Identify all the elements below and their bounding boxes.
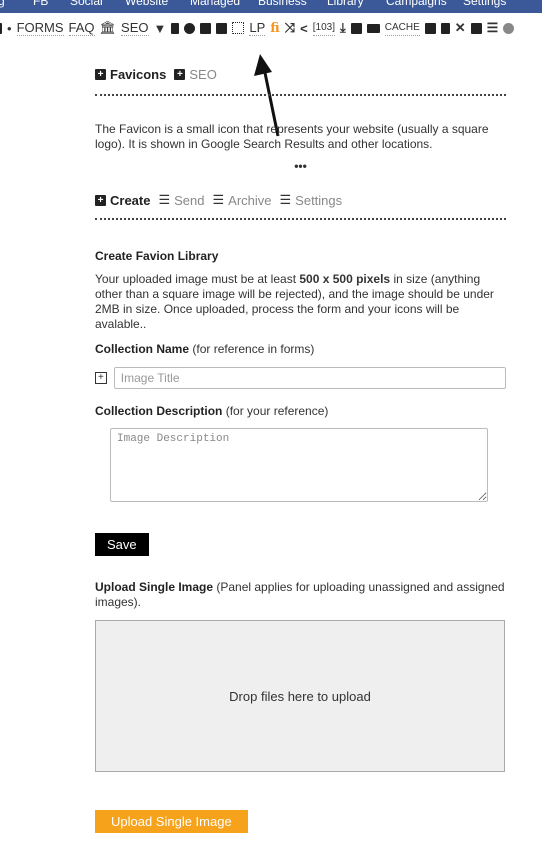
seo-link[interactable]: SEO bbox=[121, 20, 149, 36]
cache-link[interactable]: CACHE bbox=[384, 21, 420, 36]
sub-tabs: + Create ☰ Send ☰ Archive ☰ Settings bbox=[95, 192, 506, 208]
nav-item-social[interactable]: Social bbox=[70, 0, 103, 8]
user-icon[interactable] bbox=[440, 22, 450, 34]
lp-link[interactable]: LP bbox=[249, 20, 266, 36]
archive-icon[interactable] bbox=[470, 22, 482, 34]
nav-item-campaigns[interactable]: Campaigns bbox=[386, 0, 447, 8]
dropzone[interactable]: Drop files here to upload bbox=[95, 620, 505, 772]
upload-section: Upload Single Image (Panel applies for u… bbox=[95, 580, 506, 833]
icon-toolbar: • FORMS FAQ 🏛︎ SEO ▼ LP fi ⤨ < [103] ⤓ C… bbox=[0, 18, 560, 38]
tools-icon[interactable]: ✕ bbox=[455, 20, 466, 36]
nav-item-settings[interactable]: Settings bbox=[463, 0, 506, 8]
file-import-icon[interactable] bbox=[424, 22, 436, 34]
nav-item-website[interactable]: Website bbox=[125, 0, 168, 8]
top-nav: g FB Social Website Managed Business Lib… bbox=[0, 0, 542, 13]
tab-send[interactable]: Send bbox=[174, 193, 204, 208]
partial-icon[interactable] bbox=[0, 22, 2, 34]
download-icon[interactable]: ⤓ bbox=[340, 20, 346, 36]
count-badge[interactable]: [103] bbox=[312, 21, 335, 36]
divider bbox=[95, 94, 506, 96]
menu-icon: ☰ bbox=[212, 192, 225, 207]
form-instructions: Your uploaded image must be at least 500… bbox=[95, 272, 494, 331]
list-ul-icon[interactable]: ☰ bbox=[487, 20, 499, 36]
collection-description-label: Collection Description (for your referen… bbox=[95, 404, 329, 418]
frame-icon[interactable] bbox=[232, 22, 245, 34]
faq-link[interactable]: FAQ bbox=[68, 20, 95, 36]
info-icon[interactable] bbox=[184, 22, 196, 34]
upload-label: Upload Single Image (Panel applies for u… bbox=[95, 580, 505, 609]
save-button[interactable]: Save bbox=[95, 533, 149, 556]
expand-icon[interactable]: + bbox=[95, 372, 107, 384]
tab-favicons[interactable]: Favicons bbox=[110, 67, 166, 82]
plus-square-icon: + bbox=[174, 69, 186, 80]
tab-settings[interactable]: Settings bbox=[295, 193, 342, 208]
share-square-icon[interactable] bbox=[350, 22, 362, 34]
shuffle-icon[interactable]: ⤨ bbox=[285, 20, 295, 36]
tab-create[interactable]: Create bbox=[110, 193, 150, 208]
create-form: Create Favion Library Your uploaded imag… bbox=[95, 249, 506, 556]
forms-link[interactable]: FORMS bbox=[16, 20, 64, 36]
tab-archive[interactable]: Archive bbox=[228, 193, 271, 208]
nav-item-managed[interactable]: Managed bbox=[190, 0, 240, 8]
form-heading: Create Favion Library bbox=[95, 249, 219, 263]
pie-chart-icon[interactable] bbox=[503, 22, 515, 34]
divider bbox=[95, 218, 506, 220]
bank-icon[interactable]: 🏛︎ bbox=[100, 20, 117, 36]
menu-icon: ☰ bbox=[279, 192, 292, 207]
upload-single-image-button[interactable]: Upload Single Image bbox=[95, 810, 248, 833]
plus-square-icon: + bbox=[95, 69, 106, 80]
tab-seo[interactable]: SEO bbox=[189, 67, 216, 82]
collection-name-label: Collection Name (for reference in forms) bbox=[95, 342, 315, 356]
intro-text: The Favicon is a small icon that represe… bbox=[95, 122, 489, 151]
nav-item-library[interactable]: Library bbox=[327, 0, 364, 8]
nav-item[interactable]: g bbox=[0, 0, 5, 8]
list-icon[interactable] bbox=[216, 22, 228, 34]
dropzone-text: Drop files here to upload bbox=[229, 688, 371, 704]
more-dots[interactable]: ••• bbox=[95, 159, 506, 173]
collection-name-input[interactable] bbox=[113, 367, 506, 389]
collection-description-input[interactable] bbox=[110, 428, 488, 502]
separator: • bbox=[7, 20, 12, 36]
intro: The Favicon is a small icon that represe… bbox=[95, 122, 506, 173]
nav-item-business[interactable]: Business bbox=[258, 0, 307, 8]
section-tabs: + Favicons + SEO bbox=[95, 67, 506, 82]
nav-item-fb[interactable]: FB bbox=[33, 0, 48, 8]
filter-icon[interactable]: ▼ bbox=[154, 21, 167, 36]
plus-square-icon: + bbox=[95, 194, 106, 206]
favicon-icon[interactable]: fi bbox=[270, 21, 279, 36]
menu-icon: ☰ bbox=[158, 192, 171, 207]
inbox-icon[interactable] bbox=[200, 22, 212, 34]
video-icon[interactable] bbox=[366, 23, 380, 33]
plug-icon[interactable] bbox=[171, 22, 180, 34]
share-icon[interactable]: < bbox=[300, 21, 308, 36]
